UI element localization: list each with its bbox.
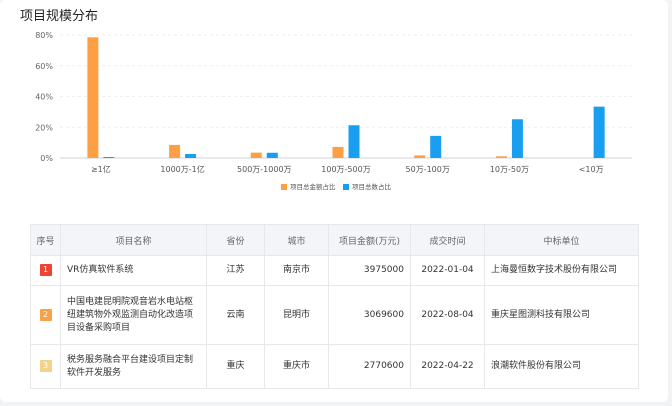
bar-amount-share bbox=[250, 152, 262, 158]
amount-cell: 2770600 bbox=[328, 344, 411, 389]
table-row: 3 税务服务融合平台建设项目定制软件开发服务 重庆 重庆市 2770600 20… bbox=[30, 344, 639, 389]
rank-badge: 2 bbox=[39, 308, 52, 321]
y-tick-label: 20% bbox=[35, 123, 53, 132]
city-cell: 重庆市 bbox=[264, 344, 329, 389]
y-tick-label: 40% bbox=[35, 93, 53, 102]
x-tick-label: <10万 bbox=[579, 165, 604, 174]
x-tick-label: 1000万-1亿 bbox=[160, 164, 204, 174]
col-header-index: 序号 bbox=[30, 224, 61, 256]
bar-count-share bbox=[593, 106, 605, 158]
x-tick-label: ≥1亿 bbox=[91, 164, 111, 174]
bar-count-share bbox=[511, 119, 523, 158]
legend-swatch bbox=[281, 184, 287, 190]
col-header-project-name: 项目名称 bbox=[60, 224, 207, 256]
rank-badge: 1 bbox=[39, 264, 52, 276]
y-tick-label: 0% bbox=[40, 154, 53, 163]
col-header-date: 成交时间 bbox=[410, 224, 485, 256]
bar-amount-share bbox=[87, 37, 99, 158]
table-header-row: 序号 项目名称 省份 城市 项目金额(万元) 成交时间 中标单位 bbox=[30, 224, 639, 256]
winner-link[interactable]: 浪潮软件股份有限公司 bbox=[491, 361, 581, 371]
city-cell: 昆明市 bbox=[264, 285, 329, 345]
amount-cell: 3069600 bbox=[328, 285, 411, 345]
date-cell: 2022-08-04 bbox=[410, 285, 485, 345]
x-tick-label: 100万-500万 bbox=[321, 165, 370, 174]
city-cell: 南京市 bbox=[264, 255, 329, 286]
col-header-winner: 中标单位 bbox=[484, 224, 639, 256]
date-cell: 2022-04-22 bbox=[410, 344, 485, 389]
province-cell: 重庆 bbox=[206, 344, 265, 389]
date-cell: 2022-01-04 bbox=[410, 255, 485, 286]
x-tick-label: 500万-1000万 bbox=[237, 165, 292, 174]
bar-count-share bbox=[266, 152, 278, 158]
bar-amount-share bbox=[332, 146, 344, 158]
project-name-link[interactable]: 中国电建昆明院观音岩水电站枢纽建筑物外观监测自动化改造项目设备采购项目 bbox=[67, 297, 193, 333]
col-header-amount: 项目金额(万元) bbox=[328, 224, 411, 256]
bar-amount-share bbox=[169, 144, 181, 158]
bar-count-share bbox=[185, 154, 197, 158]
bar-amount-share bbox=[495, 156, 507, 158]
legend-swatch bbox=[343, 184, 349, 190]
table-row: 2 中国电建昆明院观音岩水电站枢纽建筑物外观监测自动化改造项目设备采购项目 云南… bbox=[30, 285, 639, 345]
bar-count-share bbox=[430, 135, 442, 158]
legend-label: 项目总金额占比 bbox=[290, 182, 336, 191]
winner-link[interactable]: 重庆星图测科技有限公司 bbox=[491, 310, 590, 320]
top-projects-table: 序号 项目名称 省份 城市 项目金额(万元) 成交时间 中标单位 1 VR仿真软… bbox=[30, 224, 639, 389]
winner-link[interactable]: 上海曼恒数字技术股份有限公司 bbox=[491, 265, 617, 275]
rank-badge: 3 bbox=[39, 360, 52, 372]
x-tick-label: 10万-50万 bbox=[490, 165, 529, 174]
top-projects-table-wrap: 序号 项目名称 省份 城市 项目金额(万元) 成交时间 中标单位 1 VR仿真软… bbox=[30, 224, 639, 389]
table-row: 1 VR仿真软件系统 江苏 南京市 3975000 2022-01-04 上海曼… bbox=[30, 255, 639, 286]
province-cell: 江苏 bbox=[206, 255, 265, 286]
x-tick-label: 50万-100万 bbox=[406, 165, 450, 174]
project-name-link[interactable]: 税务服务融合平台建设项目定制软件开发服务 bbox=[67, 355, 193, 378]
bar-count-share bbox=[103, 157, 115, 158]
legend-label: 项目总数占比 bbox=[352, 182, 392, 191]
bar-amount-share bbox=[414, 155, 426, 158]
project-name-link[interactable]: VR仿真软件系统 bbox=[67, 265, 133, 275]
content-card: 项目规模分布 0% 20% 40% 60% 80% ≥1亿 1000万-1亿 500万-100… bbox=[0, 0, 668, 402]
y-tick-label: 80% bbox=[35, 31, 53, 40]
col-header-city: 城市 bbox=[264, 224, 329, 256]
bar-count-share bbox=[348, 125, 360, 158]
scale-distribution-chart: 0% 20% 40% 60% 80% ≥1亿 1000万-1亿 500万-1000万 100万-… bbox=[35, 31, 632, 191]
y-tick-label: 60% bbox=[35, 62, 53, 71]
col-header-province: 省份 bbox=[206, 224, 265, 256]
province-cell: 云南 bbox=[206, 285, 265, 345]
amount-cell: 3975000 bbox=[328, 255, 411, 286]
